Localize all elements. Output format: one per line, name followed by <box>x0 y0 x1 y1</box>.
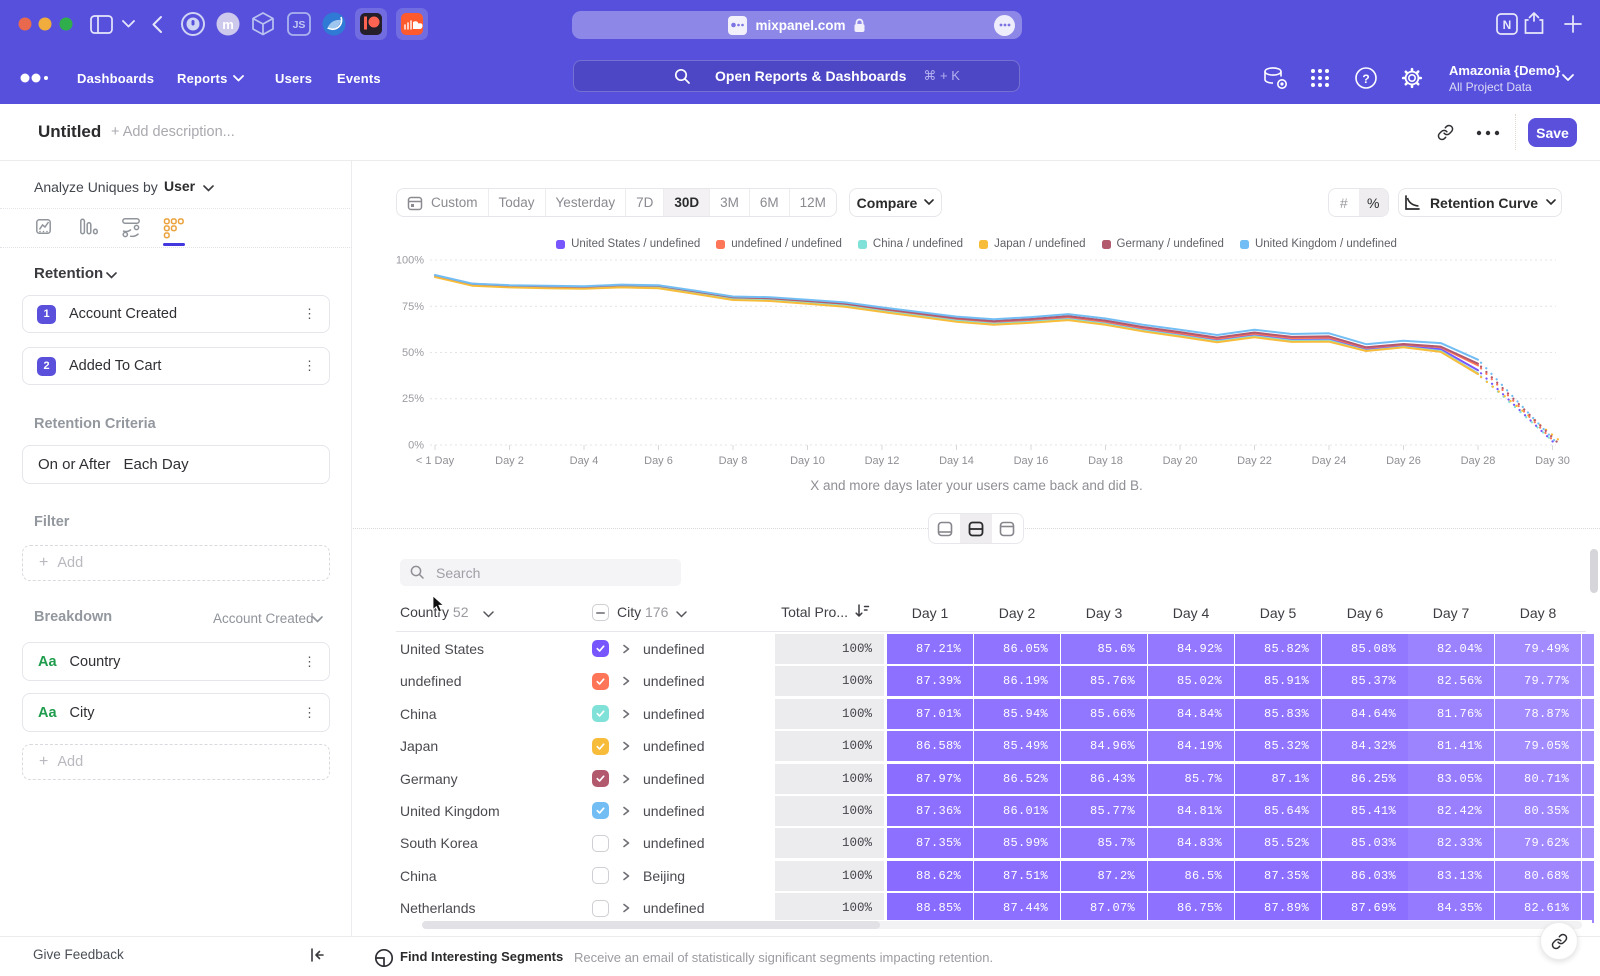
svg-text:50%: 50% <box>402 347 424 359</box>
svg-text:Day 16: Day 16 <box>1014 455 1049 467</box>
svg-text:0%: 0% <box>408 440 424 452</box>
svg-text:Day 20: Day 20 <box>1163 455 1198 467</box>
svg-text:Day 4: Day 4 <box>570 455 599 467</box>
svg-text:25%: 25% <box>402 393 424 405</box>
svg-text:Day 22: Day 22 <box>1237 455 1272 467</box>
svg-text:Day 14: Day 14 <box>939 455 974 467</box>
svg-text:< 1 Day: < 1 Day <box>416 455 455 467</box>
svg-text:Day 12: Day 12 <box>865 455 900 467</box>
svg-text:Day 24: Day 24 <box>1312 455 1347 467</box>
svg-text:Day 18: Day 18 <box>1088 455 1123 467</box>
svg-text:Day 26: Day 26 <box>1386 455 1421 467</box>
svg-text:Day 6: Day 6 <box>644 455 673 467</box>
svg-text:Day 28: Day 28 <box>1461 455 1496 467</box>
svg-text:Day 30: Day 30 <box>1535 455 1570 467</box>
svg-text:Day 10: Day 10 <box>790 455 825 467</box>
svg-text:100%: 100% <box>396 255 424 267</box>
svg-text:Day 2: Day 2 <box>495 455 524 467</box>
svg-text:Day 8: Day 8 <box>719 455 748 467</box>
svg-text:75%: 75% <box>402 301 424 313</box>
